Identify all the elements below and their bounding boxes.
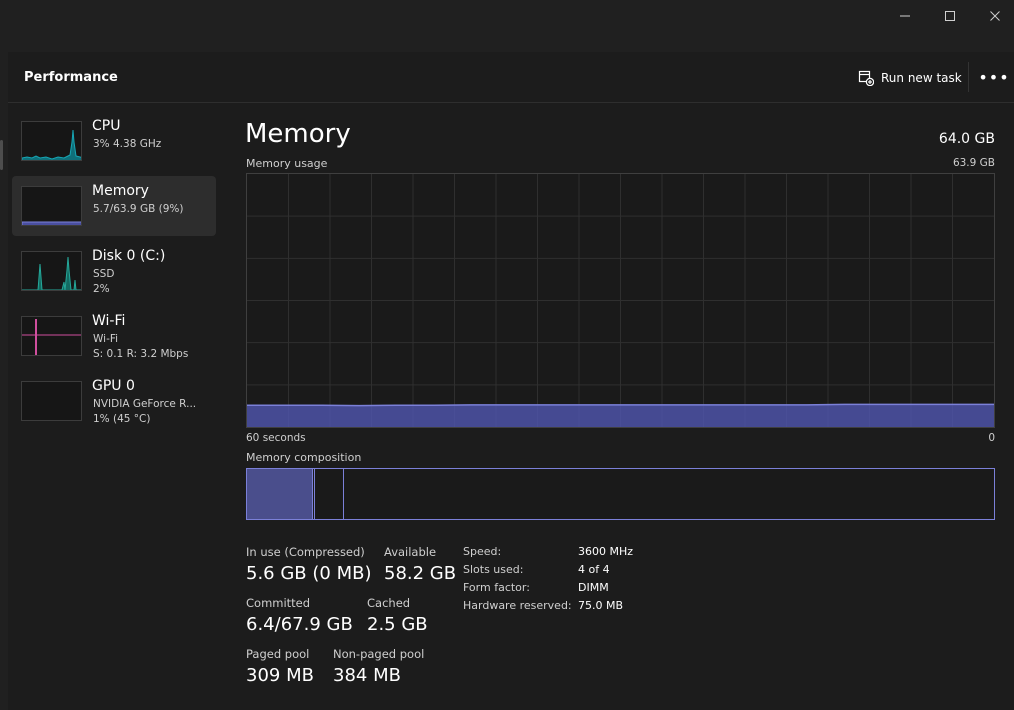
stat-label: Committed — [246, 596, 311, 610]
composition-in-use-segment — [247, 469, 313, 519]
sidebar-item-detail: Wi-Fi — [93, 333, 119, 345]
spec-form-factor-label: Form factor: — [463, 581, 530, 594]
sidebar-item-disk[interactable]: Disk 0 (C:) SSD 2% — [12, 241, 216, 301]
sidebar-item-detail: S: 0.1 R: 3.2 Mbps — [93, 348, 189, 360]
sidebar-item-label: Memory — [92, 183, 149, 199]
memory-total: 64.0 GB — [938, 131, 995, 147]
more-horizontal-icon: ••• — [978, 67, 1010, 87]
sidebar-item-cpu[interactable]: CPU 3% 4.38 GHz — [12, 111, 216, 171]
run-task-icon — [858, 70, 874, 86]
graph-zero-label: 0 — [988, 432, 995, 444]
stat-non-paged-pool: Non-paged pool 384 MB — [333, 647, 424, 686]
memory-composition-bar — [246, 468, 995, 520]
gpu-thumbnail-graph — [21, 381, 82, 421]
sidebar-item-label: CPU — [92, 118, 121, 134]
memory-usage-max: 63.9 GB — [952, 157, 995, 169]
composition-standby-segment — [315, 469, 345, 519]
stat-label: In use (Compressed) — [246, 545, 365, 559]
memory-thumbnail-graph — [21, 186, 82, 226]
wifi-thumbnail-graph — [21, 316, 82, 356]
minimize-button[interactable] — [882, 0, 928, 32]
stat-value: 2.5 GB — [367, 614, 428, 635]
spec-form-factor-value: DIMM — [578, 581, 609, 594]
sidebar-item-detail: 3% 4.38 GHz — [93, 138, 162, 150]
stat-value: 309 MB — [246, 665, 314, 686]
stat-label: Non-paged pool — [333, 647, 425, 661]
memory-usage-chart — [246, 174, 995, 427]
stat-in-use: In use (Compressed) 5.6 GB (0 MB) — [246, 545, 371, 584]
sidebar-item-label: Disk 0 (C:) — [92, 248, 166, 264]
performance-sidebar: CPU 3% 4.38 GHz Memory 5.7/63.9 GB (9%) … — [12, 111, 216, 436]
run-new-task-button[interactable]: Run new task — [858, 68, 962, 88]
sidebar-item-label: GPU 0 — [92, 378, 135, 394]
minimize-icon — [900, 15, 910, 17]
nav-selection-indicator — [0, 140, 3, 170]
stat-label: Available — [384, 545, 437, 559]
spec-slots-label: Slots used: — [463, 563, 524, 576]
stat-value: 5.6 GB (0 MB) — [246, 563, 372, 584]
sidebar-item-memory[interactable]: Memory 5.7/63.9 GB (9%) — [12, 176, 216, 236]
page-header: Performance Run new task ••• — [8, 52, 1014, 103]
sidebar-item-detail: SSD — [93, 268, 115, 280]
sidebar-item-gpu[interactable]: GPU 0 NVIDIA GeForce R... 1% (45 °C) — [12, 371, 216, 431]
stat-value: 58.2 GB — [384, 563, 457, 584]
stat-available: Available 58.2 GB — [384, 545, 456, 584]
cpu-thumbnail-graph — [21, 121, 82, 161]
stat-label: Cached — [367, 596, 411, 610]
graph-time-span-label: 60 seconds — [246, 432, 306, 444]
stat-label: Paged pool — [246, 647, 310, 661]
maximize-icon — [945, 11, 955, 21]
memory-usage-graph — [246, 173, 995, 428]
header-divider — [968, 62, 969, 92]
page-title: Performance — [24, 70, 118, 85]
stat-value: 384 MB — [333, 665, 401, 686]
sidebar-item-detail: 1% (45 °C) — [93, 413, 151, 425]
spec-speed-value: 3600 MHz — [578, 545, 634, 558]
memory-usage-label: Memory usage — [246, 157, 328, 170]
sidebar-item-detail: 2% — [93, 283, 110, 295]
stat-paged-pool: Paged pool 309 MB — [246, 647, 314, 686]
more-options-button[interactable]: ••• — [978, 65, 1010, 89]
sidebar-item-detail: 5.7/63.9 GB (9%) — [93, 203, 184, 215]
spec-hardware-reserved-label: Hardware reserved: — [463, 599, 572, 612]
stat-committed: Committed 6.4/67.9 GB — [246, 596, 353, 635]
close-button[interactable] — [972, 0, 1014, 32]
spec-hardware-reserved-value: 75.0 MB — [578, 599, 624, 612]
sidebar-item-wifi[interactable]: Wi-Fi Wi-Fi S: 0.1 R: 3.2 Mbps — [12, 306, 216, 366]
spec-slots-value: 4 of 4 — [578, 563, 610, 576]
spec-speed-label: Speed: — [463, 545, 502, 558]
title-bar — [0, 0, 1014, 52]
sidebar-item-label: Wi-Fi — [92, 313, 126, 329]
run-new-task-label: Run new task — [881, 71, 962, 85]
memory-title: Memory — [245, 119, 351, 149]
maximize-button[interactable] — [927, 0, 973, 32]
stat-cached: Cached 2.5 GB — [367, 596, 428, 635]
memory-composition-label: Memory composition — [246, 451, 362, 464]
stat-value: 6.4/67.9 GB — [246, 614, 353, 635]
close-icon — [990, 11, 1000, 21]
disk-thumbnail-graph — [21, 251, 82, 291]
nav-rail — [0, 52, 8, 710]
sidebar-item-detail: NVIDIA GeForce R... — [93, 398, 197, 410]
memory-usage-area — [247, 404, 994, 427]
